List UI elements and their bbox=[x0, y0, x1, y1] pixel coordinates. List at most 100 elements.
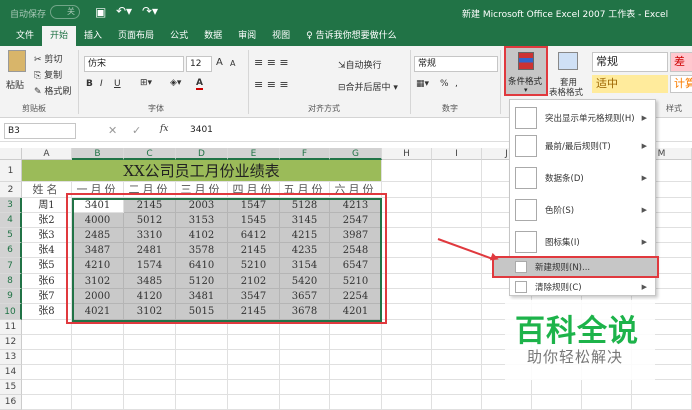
wrap-text-button[interactable]: ⇲自动换行 bbox=[338, 58, 382, 71]
menu-item-clear-rules[interactable]: 清除规则(C) ▶ bbox=[510, 278, 655, 296]
cell[interactable] bbox=[382, 182, 432, 198]
cell[interactable] bbox=[382, 380, 432, 395]
undo-icon[interactable]: ↶▾ bbox=[116, 4, 132, 18]
cell[interactable] bbox=[72, 335, 124, 350]
name-box[interactable]: B3 bbox=[4, 123, 76, 139]
name-cell[interactable]: 张5 bbox=[22, 258, 72, 274]
name-cell[interactable]: 张4 bbox=[22, 243, 72, 258]
style-neutral[interactable]: 适中 bbox=[592, 75, 668, 93]
cell[interactable] bbox=[330, 395, 382, 410]
column-header-H[interactable]: H bbox=[382, 148, 432, 160]
tab-view[interactable]: 视图 bbox=[264, 26, 298, 46]
menu-item-data-bars[interactable]: 数据条(D) ▶ bbox=[510, 164, 655, 192]
cell[interactable] bbox=[482, 395, 532, 410]
row-header-4[interactable]: 4 bbox=[0, 213, 22, 228]
conditional-formatting-button[interactable]: 条件格式 ▾ bbox=[504, 46, 548, 96]
menu-item-color-scales[interactable]: 色阶(S) ▶ bbox=[510, 196, 655, 224]
cell[interactable] bbox=[228, 335, 280, 350]
cell[interactable] bbox=[124, 365, 176, 380]
cell[interactable] bbox=[382, 289, 432, 304]
cell[interactable] bbox=[382, 274, 432, 289]
cell[interactable] bbox=[582, 395, 632, 410]
shrink-font-button[interactable]: A bbox=[230, 59, 235, 68]
cell[interactable] bbox=[22, 380, 72, 395]
name-cell[interactable]: 张7 bbox=[22, 289, 72, 304]
cell[interactable] bbox=[124, 380, 176, 395]
cell[interactable] bbox=[632, 395, 692, 410]
copy-button[interactable]: ⎘ 复制 bbox=[34, 68, 62, 81]
column-header-D[interactable]: D bbox=[176, 148, 228, 160]
cell[interactable] bbox=[482, 380, 532, 395]
align-top-icon[interactable]: ≡ ≡ ≡ bbox=[254, 56, 289, 69]
border-icon[interactable]: ⊞▾ bbox=[140, 78, 152, 88]
menu-item-top-bottom[interactable]: 最前/最后规则(T) ▶ bbox=[510, 132, 655, 160]
tab-formulas[interactable]: 公式 bbox=[162, 26, 196, 46]
italic-button[interactable]: I bbox=[100, 79, 103, 89]
cell[interactable] bbox=[228, 380, 280, 395]
row-header-7[interactable]: 7 bbox=[0, 258, 22, 274]
row-header-15[interactable]: 15 bbox=[0, 380, 22, 395]
insert-function-button[interactable]: fx bbox=[160, 124, 168, 134]
row-header-6[interactable]: 6 bbox=[0, 243, 22, 258]
cell[interactable] bbox=[382, 213, 432, 228]
column-header-F[interactable]: F bbox=[280, 148, 330, 160]
name-cell[interactable]: 张2 bbox=[22, 213, 72, 228]
row-header-16[interactable]: 16 bbox=[0, 395, 22, 410]
cell[interactable] bbox=[382, 228, 432, 243]
column-header-B[interactable]: B bbox=[72, 148, 124, 160]
style-bad[interactable]: 差 bbox=[670, 52, 692, 72]
cell[interactable] bbox=[382, 335, 432, 350]
cell[interactable] bbox=[124, 335, 176, 350]
cell[interactable] bbox=[330, 335, 382, 350]
cell[interactable] bbox=[280, 350, 330, 365]
tab-home[interactable]: 开始 bbox=[42, 26, 77, 46]
check-icon[interactable]: ✓ bbox=[132, 124, 141, 137]
column-header-A[interactable]: A bbox=[22, 148, 72, 160]
cell[interactable] bbox=[176, 335, 228, 350]
cell[interactable] bbox=[432, 289, 482, 304]
cell[interactable] bbox=[176, 380, 228, 395]
style-normal[interactable]: 常规 bbox=[592, 52, 668, 72]
cell[interactable] bbox=[382, 258, 432, 274]
percent-button[interactable]: % bbox=[440, 79, 449, 89]
row-header-10[interactable]: 10 bbox=[0, 304, 22, 320]
cell[interactable] bbox=[280, 395, 330, 410]
cell[interactable] bbox=[382, 395, 432, 410]
row-header-13[interactable]: 13 bbox=[0, 350, 22, 365]
cell[interactable] bbox=[124, 395, 176, 410]
currency-icon[interactable]: ▦▾ bbox=[416, 79, 429, 89]
format-painter-button[interactable]: ✎ 格式刷 bbox=[34, 84, 71, 97]
cell[interactable] bbox=[228, 365, 280, 380]
font-name-select[interactable]: 仿宋 bbox=[84, 56, 184, 72]
cell[interactable] bbox=[280, 335, 330, 350]
comma-button[interactable]: , bbox=[455, 79, 458, 89]
name-cell[interactable]: 张8 bbox=[22, 304, 72, 320]
fill-color-icon[interactable]: ◈▾ bbox=[170, 78, 181, 88]
row-header-1[interactable]: 1 bbox=[0, 160, 22, 182]
cell[interactable] bbox=[532, 380, 582, 395]
row-header-9[interactable]: 9 bbox=[0, 289, 22, 304]
tell-me-search[interactable]: ♀ 告诉我你想要做什么 bbox=[298, 26, 404, 46]
cell[interactable] bbox=[532, 395, 582, 410]
cell[interactable] bbox=[432, 258, 482, 274]
column-header-I[interactable]: I bbox=[432, 148, 482, 160]
cell[interactable] bbox=[432, 304, 482, 320]
cell[interactable] bbox=[176, 395, 228, 410]
cell[interactable] bbox=[382, 320, 432, 335]
grow-font-button[interactable]: A bbox=[216, 57, 223, 68]
paste-icon[interactable] bbox=[8, 50, 26, 72]
cell[interactable] bbox=[330, 365, 382, 380]
name-cell[interactable]: 张3 bbox=[22, 228, 72, 243]
select-all-corner[interactable] bbox=[0, 148, 22, 160]
cell[interactable] bbox=[22, 335, 72, 350]
menu-item-icon-sets[interactable]: 图标集(I) ▶ bbox=[510, 228, 655, 256]
cell[interactable] bbox=[432, 395, 482, 410]
cell[interactable] bbox=[280, 365, 330, 380]
cut-button[interactable]: ✂ 剪切 bbox=[34, 52, 62, 65]
column-header-E[interactable]: E bbox=[228, 148, 280, 160]
cell[interactable] bbox=[432, 160, 482, 182]
paste-button[interactable]: 粘贴 bbox=[6, 78, 24, 91]
cell[interactable] bbox=[22, 365, 72, 380]
bold-button[interactable]: B bbox=[86, 79, 93, 89]
tab-insert[interactable]: 插入 bbox=[76, 26, 110, 46]
